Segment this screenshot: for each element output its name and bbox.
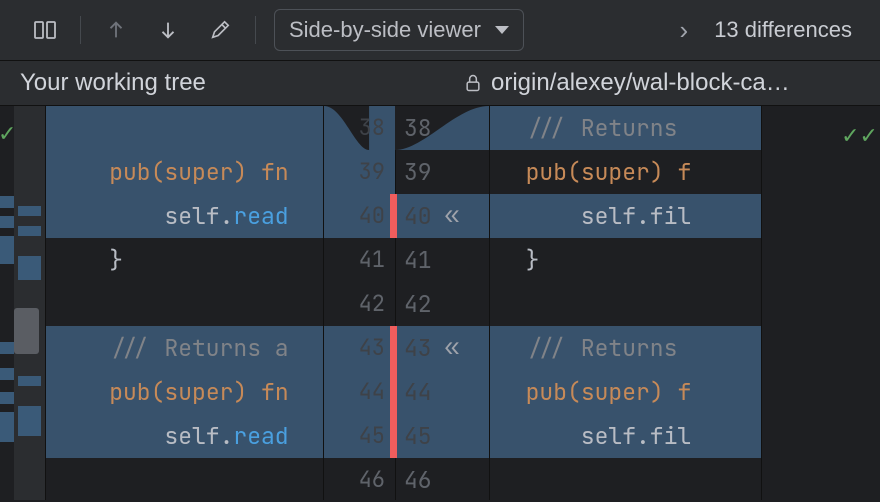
marker (0, 368, 14, 380)
line-number: 43 (324, 326, 395, 370)
code-line[interactable]: self.fil (490, 414, 761, 458)
minimap-scrollbar[interactable] (14, 106, 46, 500)
line-number: 39 (324, 150, 395, 194)
compare-icon[interactable] (28, 13, 62, 47)
toolbar: Side-by-side viewer › 13 differences (0, 0, 880, 60)
conflict-marker (390, 370, 397, 414)
check-icon: ✓✓ (841, 114, 878, 158)
separator (255, 16, 256, 44)
line-number: 44 (396, 370, 489, 414)
line-number: 45 (396, 414, 489, 458)
line-number: 39 (396, 150, 489, 194)
line-number: 43‹‹ (396, 326, 489, 370)
code-line[interactable]: /// Returns a (46, 326, 323, 370)
pane-headers: Your working tree origin/alexey/wal-bloc… (0, 60, 880, 106)
code-line[interactable] (490, 282, 761, 326)
line-number: 41 (396, 238, 489, 282)
apply-change-icon[interactable]: ‹‹ (442, 194, 455, 238)
code-line[interactable]: pub(super) f (490, 370, 761, 414)
line-number: 46 (396, 458, 489, 502)
right-code-pane[interactable]: /// Returns pub(super) f self.fil } /// … (490, 106, 762, 500)
chevron-down-icon (495, 26, 509, 34)
viewer-mode-label: Side-by-side viewer (289, 17, 481, 43)
minimap-mark (18, 256, 41, 280)
right-pane-title: origin/alexey/wal-block-ca… (463, 69, 880, 97)
minimap-mark (18, 406, 41, 436)
line-number: 38 (324, 106, 395, 150)
line-number: 42 (324, 282, 395, 326)
left-code-pane[interactable]: pub(super) fn self.read } /// Returns a … (46, 106, 324, 500)
minimap-mark (18, 226, 41, 236)
code-line[interactable]: pub(super) fn (46, 370, 323, 414)
viewer-mode-dropdown[interactable]: Side-by-side viewer (274, 9, 524, 51)
minimap-mark (18, 376, 41, 386)
code-line[interactable] (46, 458, 323, 500)
code-line[interactable] (46, 106, 323, 150)
right-gutter: 383940‹‹414243‹‹444546 (396, 106, 490, 500)
left-gutter: 383940414243444546 (324, 106, 396, 500)
edit-icon[interactable] (203, 13, 237, 47)
apply-change-icon[interactable]: ‹‹ (442, 326, 455, 370)
line-number: 44 (324, 370, 395, 414)
left-pane-title: Your working tree (0, 69, 463, 97)
line-number: 38 (396, 106, 489, 150)
conflict-marker (390, 326, 397, 370)
prev-diff-icon[interactable] (99, 13, 133, 47)
line-number: 41 (324, 238, 395, 282)
diff-count-label: 13 differences (714, 17, 852, 43)
line-number: 46 (324, 458, 395, 502)
marker (0, 342, 14, 354)
code-line[interactable]: } (46, 238, 323, 282)
line-number: 40 (324, 194, 395, 238)
code-line[interactable]: self.read (46, 414, 323, 458)
chevron-right-icon[interactable]: › (680, 15, 689, 46)
diff-code-area: ✓✓ ✓✓ pub(super) fn self.read } /// Retu… (0, 106, 880, 500)
lock-icon (463, 73, 483, 93)
code-line[interactable]: } (490, 238, 761, 282)
code-line[interactable] (46, 282, 323, 326)
right-pane-label: origin/alexey/wal-block-ca… (491, 69, 790, 97)
line-number: 42 (396, 282, 489, 326)
minimap-thumb[interactable] (14, 308, 39, 354)
conflict-marker (390, 194, 397, 238)
marker (0, 236, 14, 264)
separator (80, 16, 81, 44)
code-line[interactable]: self.fil (490, 194, 761, 238)
change-markers: ✓✓ (0, 106, 14, 500)
minimap-mark (18, 206, 41, 216)
marker (0, 196, 14, 208)
line-number: 45 (324, 414, 395, 458)
line-number: 40‹‹ (396, 194, 489, 238)
conflict-marker (390, 414, 397, 458)
marker (0, 392, 14, 404)
marker (0, 412, 14, 442)
code-line[interactable] (490, 458, 761, 500)
code-line[interactable]: self.read (46, 194, 323, 238)
diff-counter: › 13 differences (680, 15, 852, 46)
next-diff-icon[interactable] (151, 13, 185, 47)
code-line[interactable]: pub(super) f (490, 150, 761, 194)
code-line[interactable]: /// Returns (490, 106, 761, 150)
code-line[interactable]: pub(super) fn (46, 150, 323, 194)
code-line[interactable]: /// Returns (490, 326, 761, 370)
